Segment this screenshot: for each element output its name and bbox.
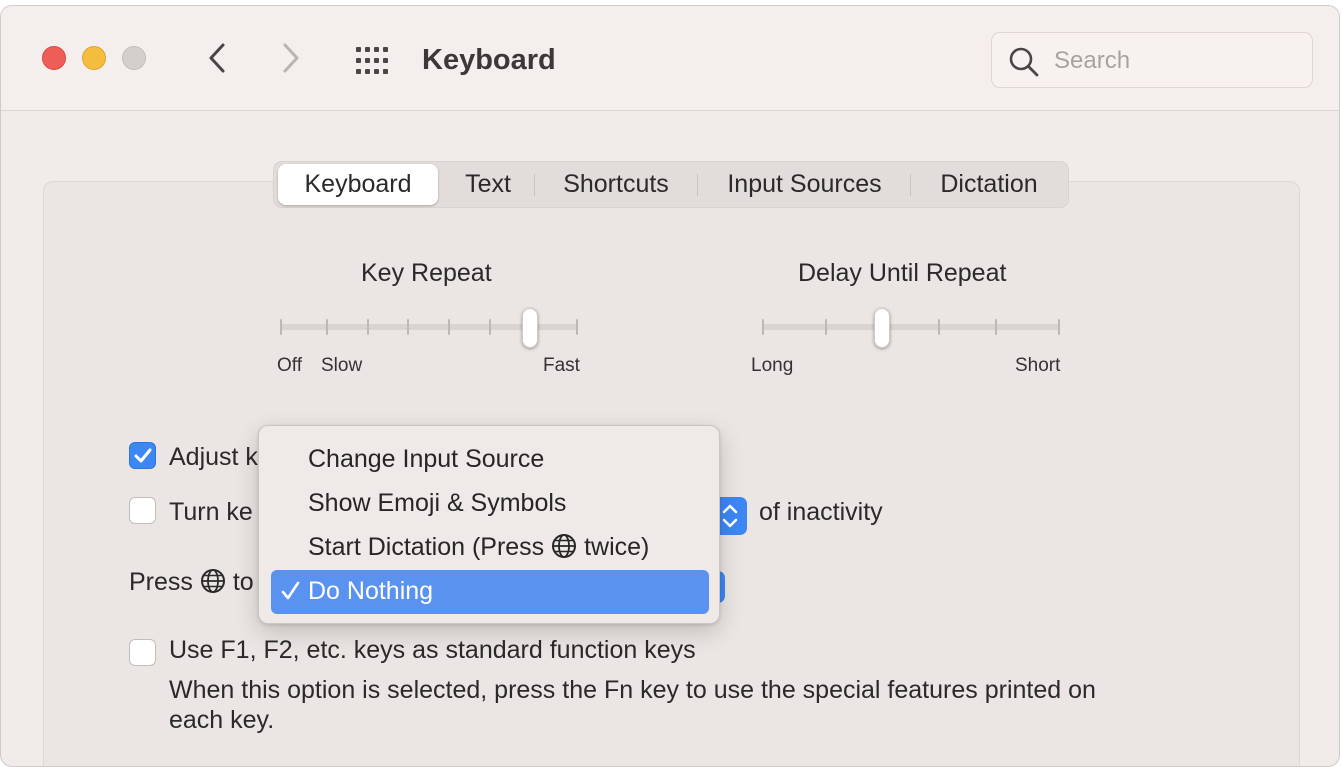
inactivity-label: of inactivity xyxy=(759,498,883,526)
press-text: Press xyxy=(129,568,193,596)
adjust-brightness-label: Adjust k xyxy=(169,443,258,471)
delay-until-repeat-title: Delay Until Repeat xyxy=(798,259,1007,287)
slider-tick xyxy=(995,319,997,335)
globe-key-action-menu: Change Input Source Show Emoji & Symbols… xyxy=(258,425,720,624)
window-title: Keyboard xyxy=(422,44,556,76)
slider-tick xyxy=(367,319,369,335)
forward-arrow-icon[interactable] xyxy=(277,42,305,74)
fn-keys-help-line2: each key. xyxy=(169,706,275,734)
tab-keyboard[interactable]: Keyboard xyxy=(278,164,438,205)
fn-keys-help-line1: When this option is selected, press the … xyxy=(169,676,1096,704)
key-repeat-knob[interactable] xyxy=(522,308,538,348)
menu-item-label: Start Dictation (Press twice) xyxy=(308,533,649,562)
toolbar: Keyboard xyxy=(1,6,1339,111)
tab-separator xyxy=(910,174,911,196)
menu-item-label: Do Nothing xyxy=(308,577,434,605)
menu-item-do-nothing[interactable]: Do Nothing xyxy=(271,570,709,614)
minimize-button[interactable] xyxy=(82,46,106,70)
key-repeat-fast-label: Fast xyxy=(543,355,580,376)
press-globe-label: Press to xyxy=(129,568,254,597)
tab-dictation[interactable]: Dictation xyxy=(914,162,1064,207)
key-repeat-title: Key Repeat xyxy=(361,259,492,287)
start-dictation-text: Start Dictation (Press xyxy=(308,533,545,561)
slider-tick xyxy=(326,319,328,335)
search-input[interactable] xyxy=(1052,45,1296,77)
turn-backlight-off-checkbox[interactable] xyxy=(129,497,156,524)
menu-item-start-dictation[interactable]: Start Dictation (Press twice) xyxy=(271,526,709,570)
close-button[interactable] xyxy=(42,46,66,70)
globe-icon xyxy=(200,569,225,593)
tab-bar: Keyboard Text Shortcuts Input Sources Di… xyxy=(273,161,1069,208)
twice-text: twice) xyxy=(584,533,650,561)
keyboard-preferences-window: Keyboard Keyboard Text Shortcuts Input S… xyxy=(0,5,1340,767)
turn-backlight-off-label: Turn ke xyxy=(169,498,253,526)
to-text: to xyxy=(232,568,254,596)
menu-item-show-emoji-symbols[interactable]: Show Emoji & Symbols xyxy=(271,482,709,526)
adjust-brightness-checkbox[interactable] xyxy=(129,442,156,469)
delay-track xyxy=(762,324,1060,330)
slider-tick xyxy=(407,319,409,335)
globe-icon xyxy=(552,534,577,558)
checkmark-icon xyxy=(281,581,300,600)
slider-tick xyxy=(762,319,764,335)
tab-text[interactable]: Text xyxy=(444,162,532,207)
menu-item-change-input-source[interactable]: Change Input Source xyxy=(271,438,709,482)
delay-knob[interactable] xyxy=(874,308,890,348)
fn-keys-label: Use F1, F2, etc. keys as standard functi… xyxy=(169,636,696,664)
delay-short-label: Short xyxy=(1015,355,1061,376)
show-all-grid-icon[interactable] xyxy=(355,46,391,76)
menu-item-label: Show Emoji & Symbols xyxy=(308,489,567,517)
checkmark-icon xyxy=(134,448,152,463)
slider-tick xyxy=(448,319,450,335)
menu-item-label: Change Input Source xyxy=(308,445,545,473)
slider-tick xyxy=(576,319,578,335)
slider-tick xyxy=(825,319,827,335)
delay-long-label: Long xyxy=(751,355,794,376)
slider-tick xyxy=(489,319,491,335)
tab-separator xyxy=(534,174,535,196)
tab-separator xyxy=(697,174,698,196)
fn-keys-checkbox[interactable] xyxy=(129,639,156,666)
key-repeat-off-label: Off xyxy=(277,355,302,376)
search-icon xyxy=(1009,47,1039,77)
tab-shortcuts[interactable]: Shortcuts xyxy=(538,162,694,207)
slider-tick xyxy=(938,319,940,335)
tab-input-sources[interactable]: Input Sources xyxy=(702,162,907,207)
slider-tick xyxy=(1058,319,1060,335)
zoom-button[interactable] xyxy=(122,46,146,70)
key-repeat-slow-label: Slow xyxy=(321,355,363,376)
back-arrow-icon[interactable] xyxy=(203,42,231,74)
search-field[interactable] xyxy=(991,32,1313,88)
slider-tick xyxy=(280,319,282,335)
